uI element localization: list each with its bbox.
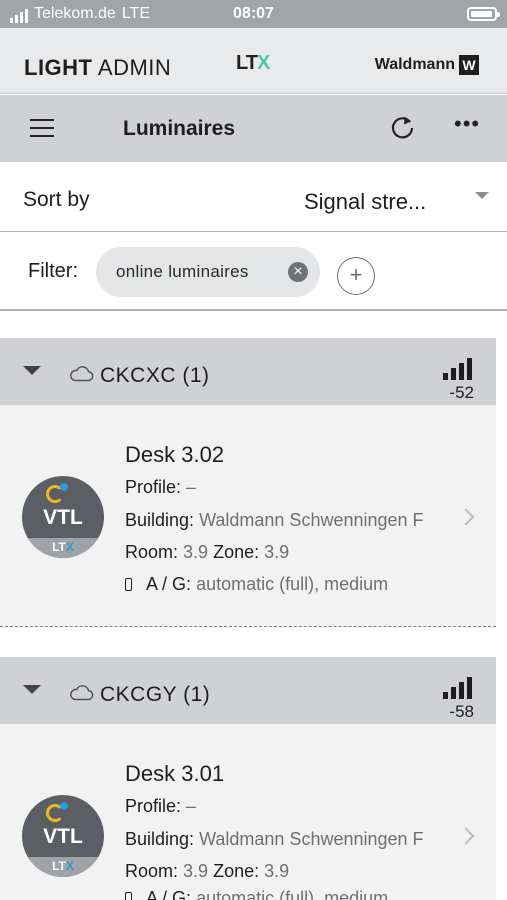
waldmann-logo-text: Waldmann xyxy=(374,56,455,73)
group-name: CKCXC (1) xyxy=(100,364,210,387)
luminaire-avatar: VTL LTX xyxy=(22,476,104,558)
page-title: Luminaires xyxy=(123,117,236,140)
building-line: Building: Waldmann Schwenningen F xyxy=(125,829,441,850)
status-time: 08:07 xyxy=(233,5,274,22)
status-bar: Telekom.de LTE 08:07 xyxy=(0,0,507,28)
building-label: Building: xyxy=(125,510,195,530)
luminaire-name: Desk 3.01 xyxy=(125,761,225,786)
zone-value: 3.9 xyxy=(264,542,290,562)
ltx-logo-main: LT xyxy=(236,52,258,74)
more-icon[interactable]: ••• xyxy=(454,113,482,137)
chevron-right-icon[interactable] xyxy=(457,827,475,845)
group-header-ckcxc[interactable]: CKCXC (1) -52 xyxy=(0,338,496,405)
hamburger-icon[interactable] xyxy=(30,119,54,137)
app-title-bold: LIGHT xyxy=(24,55,93,80)
profile-value: – xyxy=(186,796,197,816)
zone-value: 3.9 xyxy=(264,861,290,881)
building-line: Building: Waldmann Schwenningen F xyxy=(125,510,441,531)
dot-icon xyxy=(60,802,68,810)
ag-line: A / G: automatic (full), medium xyxy=(125,574,455,595)
group-signal: -58 xyxy=(443,677,474,721)
building-value: Waldmann Schwenningen F xyxy=(199,829,424,849)
app-title: LIGHT ADMIN xyxy=(24,55,171,81)
rssi-value: -58 xyxy=(449,702,474,721)
avatar-label: VTL xyxy=(43,506,83,529)
luminaire-card[interactable]: VTL LTX Desk 3.02 Profile: – Building: W… xyxy=(0,405,496,627)
avatar-band-main: LT xyxy=(52,540,66,554)
profile-line: Profile: – xyxy=(125,477,455,498)
chevron-right-icon[interactable] xyxy=(457,508,475,526)
app-title-rest: ADMIN xyxy=(97,55,172,80)
filter-label: Filter: xyxy=(28,260,78,282)
cloud-icon xyxy=(70,685,94,701)
ltx-logo: LTX xyxy=(236,52,270,75)
ag-line: A / G: automatic (full), medium xyxy=(125,888,455,900)
profile-label: Profile: xyxy=(125,477,182,497)
cloud-icon xyxy=(70,366,94,382)
avatar-band-main: LT xyxy=(52,859,66,873)
filter-chip-online[interactable]: online luminaires × xyxy=(96,247,320,297)
waldmann-logo-mark: W xyxy=(459,55,479,75)
room-value: 3.9 xyxy=(183,861,209,881)
room-label: Room: xyxy=(125,861,179,881)
filter-row: Filter: online luminaires × + xyxy=(0,233,507,311)
room-zone-line: Room: 3.9 Zone: 3.9 xyxy=(125,542,455,563)
profile-label: Profile: xyxy=(125,796,182,816)
nav-bar: Luminaires ••• xyxy=(0,95,507,162)
signal-strength-icon xyxy=(443,677,472,699)
avatar-ltx-band: LTX xyxy=(22,538,104,558)
room-label: Room: xyxy=(125,542,179,562)
avatar-band-x: X xyxy=(65,540,74,554)
ag-value: automatic (full), medium xyxy=(196,574,389,594)
room-zone-line: Room: 3.9 Zone: 3.9 xyxy=(125,861,455,882)
brand-bar: LIGHT ADMIN LTX Waldmann W xyxy=(0,28,507,94)
zone-label: Zone: xyxy=(213,542,260,562)
sort-row: Sort by Signal stre... xyxy=(0,162,507,232)
close-icon[interactable]: × xyxy=(288,262,308,282)
luminaire-avatar: VTL LTX xyxy=(22,795,104,877)
waldmann-logo: Waldmann W xyxy=(375,55,479,75)
building-label: Building: xyxy=(125,829,195,849)
group-name: CKCGY (1) xyxy=(100,683,211,706)
group-signal: -52 xyxy=(443,358,474,402)
profile-line: Profile: – xyxy=(125,796,455,817)
sort-label: Sort by xyxy=(23,188,90,211)
ag-label: A / G: xyxy=(146,888,192,900)
sort-select[interactable]: Signal stre... xyxy=(304,189,426,215)
luminaire-name: Desk 3.02 xyxy=(125,442,225,467)
ag-label: A / G: xyxy=(146,574,192,594)
device-icon xyxy=(125,578,132,591)
ltx-logo-x: X xyxy=(256,52,270,74)
chevron-down-icon[interactable] xyxy=(475,192,489,199)
device-icon xyxy=(125,892,132,900)
luminaire-card[interactable]: VTL LTX Desk 3.01 Profile: – Building: W… xyxy=(0,724,496,900)
collapse-caret-icon[interactable] xyxy=(23,366,41,375)
room-value: 3.9 xyxy=(183,542,209,562)
building-value: Waldmann Schwenningen F xyxy=(199,510,424,530)
battery-icon xyxy=(467,7,500,21)
group-header-ckcgy[interactable]: CKCGY (1) -58 xyxy=(0,657,496,724)
refresh-icon[interactable] xyxy=(388,113,418,143)
zone-label: Zone: xyxy=(213,861,260,881)
rssi-value: -52 xyxy=(449,383,474,402)
add-filter-button[interactable]: + xyxy=(337,257,375,295)
dot-icon xyxy=(60,483,68,491)
ag-value: automatic (full), medium xyxy=(196,888,389,900)
avatar-band-x: X xyxy=(65,859,74,873)
avatar-ltx-band: LTX xyxy=(22,857,104,877)
filter-chip-label: online luminaires xyxy=(116,262,249,281)
collapse-caret-icon[interactable] xyxy=(23,685,41,694)
profile-value: – xyxy=(186,477,197,497)
signal-strength-icon xyxy=(443,358,472,380)
avatar-label: VTL xyxy=(43,825,83,848)
plus-icon: + xyxy=(349,262,363,287)
